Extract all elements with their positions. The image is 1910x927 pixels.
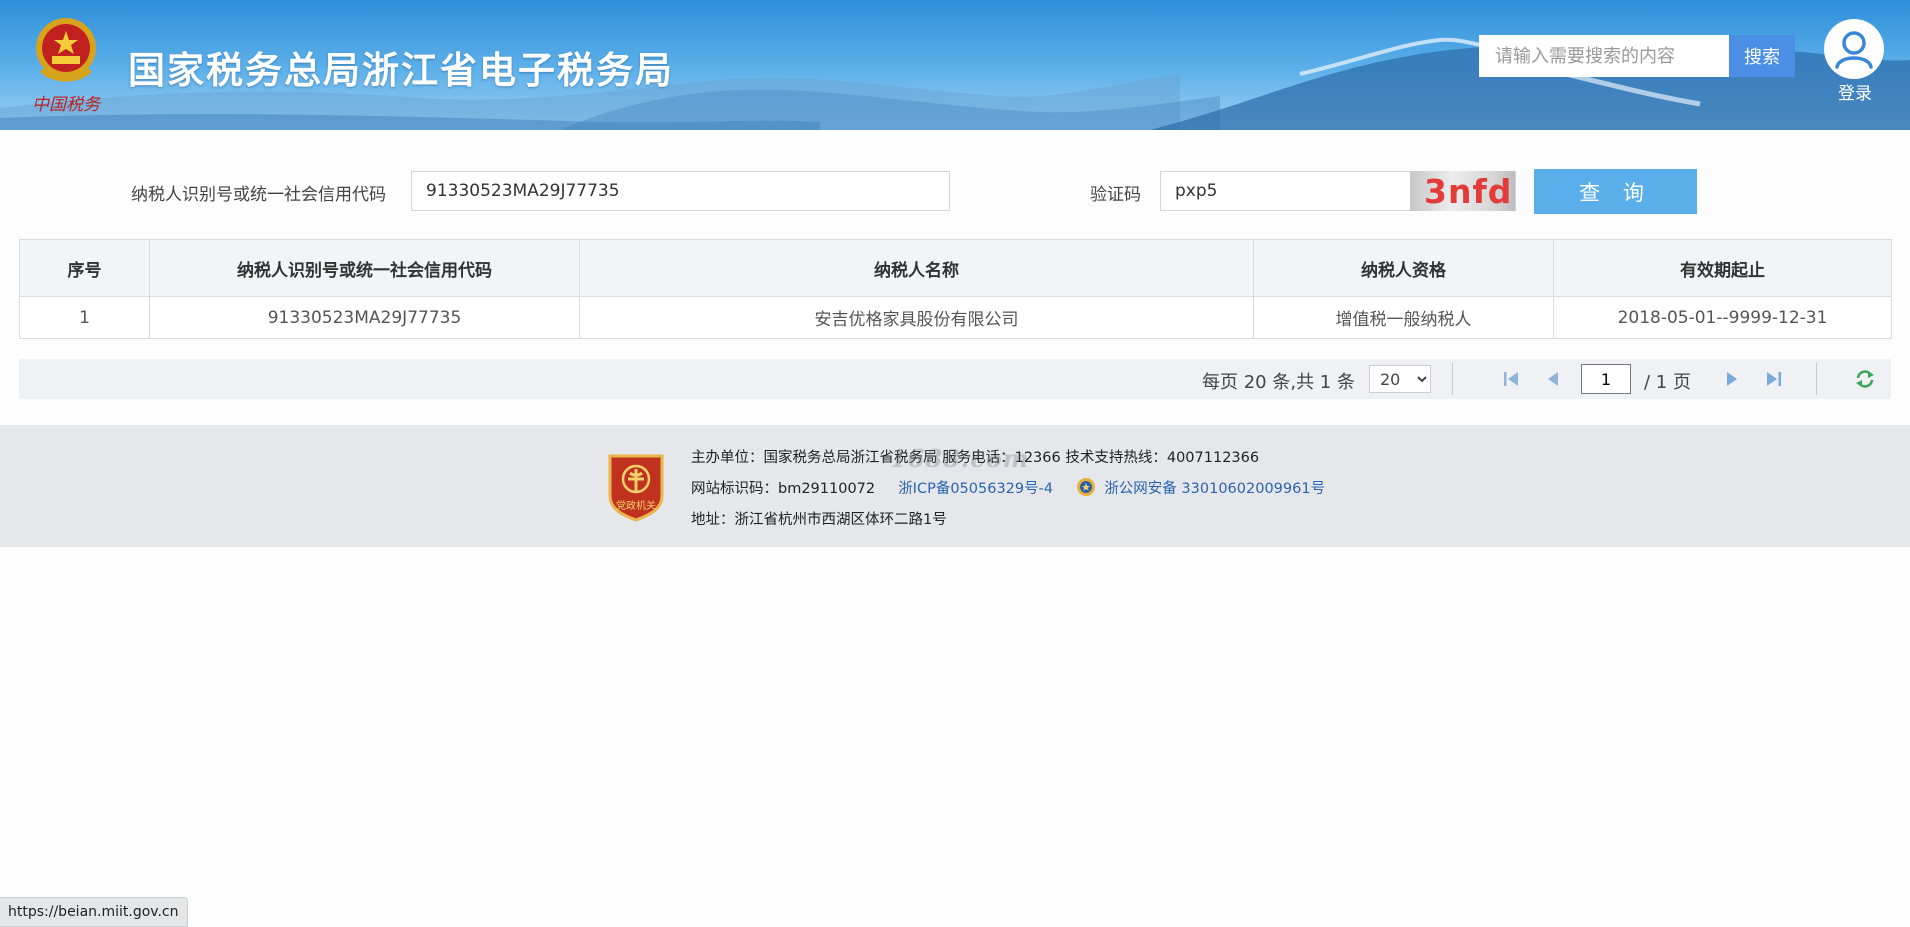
police-record-link[interactable]: 浙公网安备 33010602009961号 (1104, 481, 1325, 497)
column-header-taxpayer-id: 纳税人识别号或统一社会信用代码 (149, 239, 580, 297)
site-footer: 党政机关 主办单位：国家税务总局浙江省税务局 服务电话：12366 技术支持热线… (0, 425, 1910, 547)
footer-site-code: 网站标识码：bm29110072 (691, 481, 876, 497)
party-government-badge-icon[interactable]: 党政机关 (607, 452, 665, 522)
last-page-icon[interactable] (1762, 367, 1786, 391)
user-icon[interactable] (1824, 19, 1884, 79)
column-header-qualification: 纳税人资格 (1253, 239, 1554, 297)
captcha-image-text: 3nfd (1424, 172, 1513, 211)
icp-link[interactable]: 浙ICP备05056329号-4 (898, 481, 1053, 497)
total-pages-label: / 1 页 (1644, 372, 1691, 393)
taxpayer-id-input[interactable] (411, 171, 950, 211)
cell-taxpayer-name: 安吉优格家具股份有限公司 (579, 296, 1254, 339)
login-link[interactable]: 登录 (1834, 79, 1876, 104)
pager-divider (1452, 363, 1453, 395)
column-header-index: 序号 (19, 239, 150, 297)
cell-validity: 2018-05-01--9999-12-31 (1553, 296, 1892, 339)
column-header-taxpayer-name: 纳税人名称 (579, 239, 1254, 297)
svg-text:中国税务: 中国税务 (32, 95, 102, 115)
page-size-select[interactable]: 20 (1369, 365, 1431, 393)
police-emblem-icon (1076, 478, 1095, 496)
current-page-input[interactable] (1581, 364, 1631, 394)
result-table: 序号 纳税人识别号或统一社会信用代码 纳税人名称 纳税人资格 有效期起止 1 9… (19, 239, 1892, 339)
cell-index: 1 (19, 296, 150, 339)
query-button[interactable]: 查 询 (1534, 169, 1697, 214)
site-title: 国家税务总局浙江省电子税务局 (128, 49, 674, 92)
search-input[interactable] (1479, 35, 1729, 77)
column-header-validity: 有效期起止 (1553, 239, 1892, 297)
site-header: 中国税务 国家税务总局浙江省电子税务局 搜索 登录 (0, 0, 1910, 130)
browser-status-url: https://beian.miit.gov.cn (0, 897, 188, 927)
watermark: 1688.com (890, 444, 1030, 473)
pagination-bar: 每页 20 条,共 1 条 20 / 1 页 (19, 359, 1891, 399)
captcha-image[interactable]: 3nfd (1410, 171, 1515, 211)
taxpayer-id-label: 纳税人识别号或统一社会信用代码 (131, 185, 386, 205)
cell-taxpayer-id: 91330523MA29J77735 (149, 296, 580, 339)
footer-address: 地址：浙江省杭州市西湖区体环二路1号 (691, 512, 947, 528)
svg-text:党政机关: 党政机关 (616, 499, 656, 512)
cell-qualification: 增值税一般纳税人 (1253, 296, 1554, 339)
national-emblem-logo: 中国税务 (32, 18, 102, 115)
captcha-label: 验证码 (1090, 185, 1141, 205)
table-header-row: 序号 纳税人识别号或统一社会信用代码 纳税人名称 纳税人资格 有效期起止 (19, 239, 1892, 297)
next-page-icon[interactable] (1720, 367, 1744, 391)
table-row: 1 91330523MA29J77735 安吉优格家具股份有限公司 增值税一般纳… (19, 296, 1892, 339)
previous-page-icon[interactable] (1541, 367, 1565, 391)
first-page-icon[interactable] (1499, 367, 1523, 391)
refresh-icon[interactable] (1853, 367, 1877, 391)
page-summary: 每页 20 条,共 1 条 (1202, 372, 1355, 393)
search-button[interactable]: 搜索 (1729, 35, 1795, 77)
pager-divider (1816, 363, 1817, 395)
footer-registration-line: 网站标识码：bm29110072 浙ICP备05056329号-4 浙公网安备 … (691, 477, 1325, 498)
